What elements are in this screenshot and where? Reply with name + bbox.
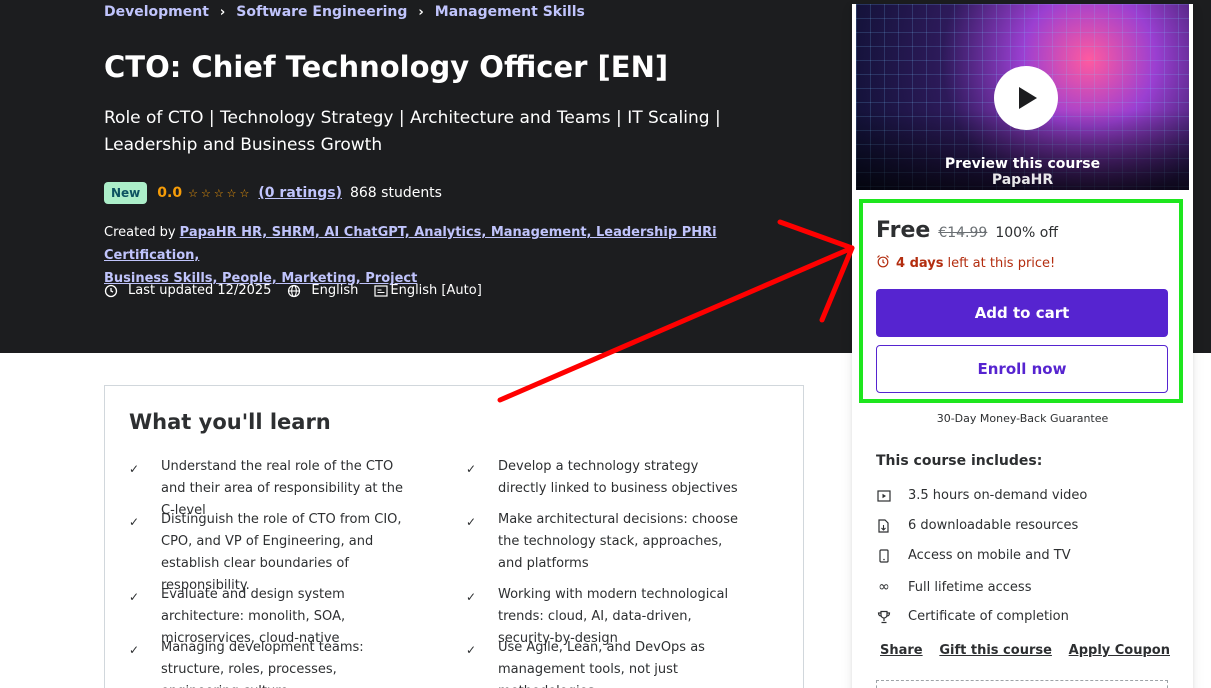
breadcrumb-development[interactable]: Development	[104, 4, 209, 20]
students-count: 868 students	[349, 185, 442, 201]
mobile-icon	[876, 548, 892, 563]
coupon-box[interactable]	[876, 680, 1168, 688]
clock-icon	[104, 284, 118, 298]
include-item: ∞ Full lifetime access	[876, 579, 1031, 595]
check-icon: ✓	[129, 462, 140, 476]
breadcrumb: Development › Software Engineering › Man…	[104, 4, 585, 20]
discount-percent: 100% off	[995, 225, 1058, 241]
play-icon[interactable]	[994, 66, 1058, 130]
sidebar-actions: Share Gift this course Apply Coupon	[880, 643, 1170, 658]
course-captions: English [Auto]	[390, 283, 482, 298]
chevron-right-icon: ›	[418, 4, 424, 20]
original-price: €14.99	[938, 225, 988, 241]
breadcrumb-management-skills[interactable]: Management Skills	[435, 4, 585, 20]
video-icon	[876, 489, 892, 502]
enroll-now-button[interactable]: Enroll now	[876, 345, 1168, 393]
what-you-learn-heading: What you'll learn	[129, 410, 331, 434]
course-meta: Last updated 12/2025 English English [Au…	[104, 283, 498, 298]
trophy-icon	[876, 610, 892, 624]
ratings-link[interactable]: (0 ratings)	[258, 185, 342, 201]
gift-course-link[interactable]: Gift this course	[939, 643, 1052, 658]
money-back-guarantee: 30-Day Money-Back Guarantee	[936, 412, 1109, 425]
purchase-sidebar: Preview this course PapaHR Free €14.99 1…	[852, 4, 1193, 688]
globe-icon	[287, 284, 301, 298]
course-subtitle: Role of CTO | Technology Strategy | Arch…	[104, 108, 721, 155]
timer-text: left at this price!	[947, 255, 1056, 271]
last-updated: Last updated 12/2025	[128, 283, 272, 298]
include-item: 3.5 hours on-demand video	[876, 488, 1087, 503]
price-row: Free €14.99 100% off	[876, 218, 1058, 243]
check-icon: ✓	[129, 590, 140, 604]
breadcrumb-software-engineering[interactable]: Software Engineering	[236, 4, 407, 20]
include-item: Certificate of completion	[876, 609, 1069, 624]
check-icon: ✓	[129, 515, 140, 529]
include-item: Access on mobile and TV	[876, 548, 1071, 563]
add-to-cart-button[interactable]: Add to cart	[876, 289, 1168, 337]
check-icon: ✓	[466, 515, 477, 529]
course-language: English	[311, 283, 359, 298]
chevron-right-icon: ›	[219, 4, 226, 20]
course-title: CTO: Chief Technology Officer [EN]	[104, 50, 669, 84]
includes-title: This course includes:	[876, 453, 1043, 469]
what-you-learn-box: What you'll learn ✓ Understand the real r…	[104, 385, 804, 688]
learn-item: ✓ Managing development teams: structure, …	[129, 640, 364, 688]
sale-timer: 4 days left at this price!	[876, 254, 1055, 272]
check-icon: ✓	[466, 643, 477, 657]
course-preview[interactable]: Preview this course PapaHR	[856, 4, 1189, 190]
check-icon: ✓	[129, 643, 140, 657]
created-by-label: Created by	[104, 225, 176, 240]
file-download-icon	[876, 518, 892, 533]
new-badge: New	[104, 182, 148, 204]
infinity-icon: ∞	[878, 579, 890, 595]
captions-icon	[374, 284, 388, 298]
created-by: Created by PapaHR HR, SHRM, AI ChatGPT, …	[104, 221, 804, 290]
learn-item: ✓ Use Agile, Lean, and DevOps as manageme…	[466, 640, 705, 688]
include-item: 6 downloadable resources	[876, 518, 1078, 533]
instructor-link[interactable]: PapaHR HR, SHRM, AI ChatGPT, Analytics, …	[104, 225, 717, 263]
apply-coupon-link[interactable]: Apply Coupon	[1069, 643, 1170, 658]
brand-watermark: PapaHR	[991, 172, 1054, 188]
check-icon: ✓	[466, 590, 477, 604]
alarm-clock-icon	[876, 254, 890, 272]
star-rating-icon: ☆☆☆☆☆	[188, 186, 253, 200]
preview-label: Preview this course	[944, 156, 1101, 172]
rating-value: 0.0	[157, 185, 183, 201]
check-icon: ✓	[466, 462, 477, 476]
learn-item: ✓ Develop a technology strategy directly …	[466, 459, 738, 496]
rating-row: New 0.0 ☆☆☆☆☆ (0 ratings) 868 students	[104, 182, 442, 204]
timer-days: 4 days	[896, 255, 944, 271]
learn-item: ✓ Make architectural decisions: choose th…	[466, 512, 738, 571]
current-price: Free	[876, 218, 931, 243]
share-link[interactable]: Share	[880, 643, 923, 658]
